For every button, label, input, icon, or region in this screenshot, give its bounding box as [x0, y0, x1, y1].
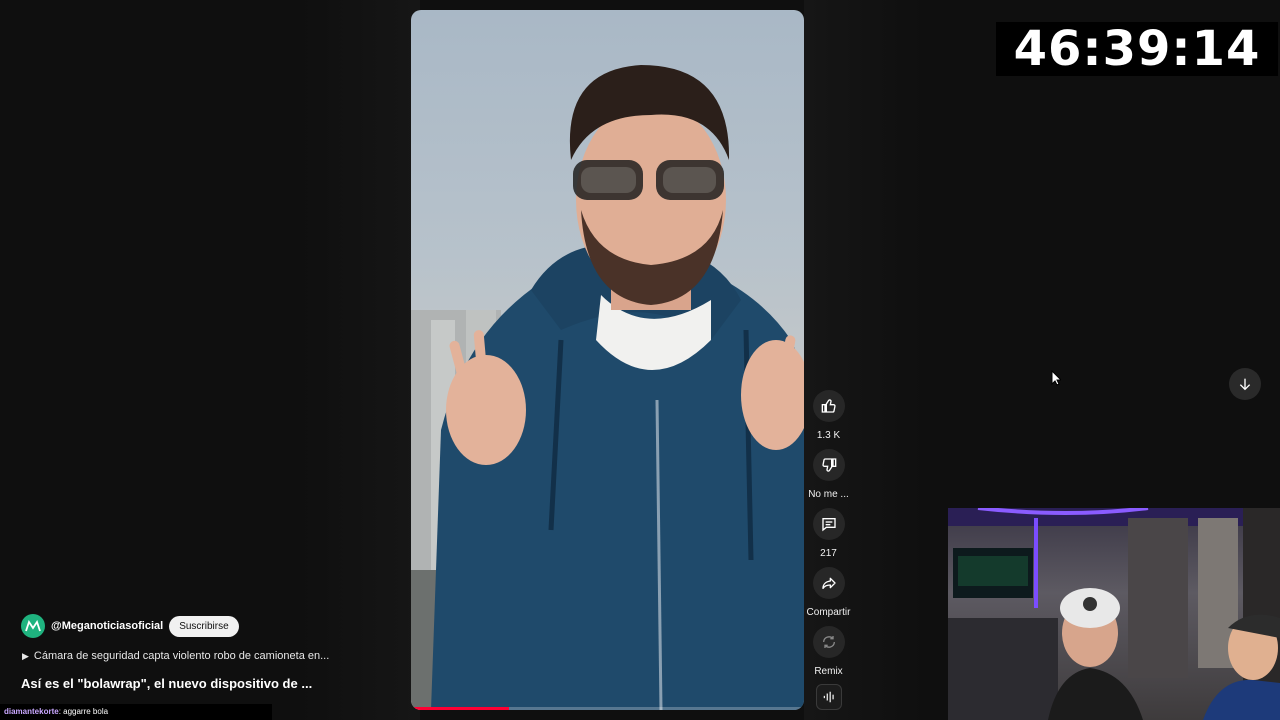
- subscribe-button[interactable]: Suscribirse: [169, 615, 239, 637]
- like-action[interactable]: 1.3 K: [806, 390, 851, 441]
- channel-handle[interactable]: @Meganoticiasoficial: [51, 620, 163, 632]
- next-video-button[interactable]: [1229, 368, 1261, 400]
- share-action[interactable]: Compartir: [806, 567, 851, 618]
- meganoticias-logo-icon: [25, 620, 41, 632]
- comment-icon: [821, 518, 836, 532]
- dislike-button[interactable]: [812, 449, 845, 481]
- channel-avatar[interactable]: [21, 614, 45, 638]
- like-count: 1.3 K: [816, 430, 841, 441]
- comments-count: 217: [820, 548, 837, 559]
- remix-action[interactable]: Remix: [806, 626, 851, 677]
- chat-username: diamantekorte: [4, 707, 59, 716]
- thumbs-down-icon: [821, 458, 836, 472]
- share-label: Compartir: [806, 607, 851, 618]
- share-button[interactable]: [812, 567, 845, 599]
- remix-button[interactable]: [812, 626, 845, 658]
- sound-action[interactable]: [806, 684, 851, 710]
- video-progress-fill: [411, 707, 510, 710]
- sound-button[interactable]: [815, 684, 842, 710]
- thumbs-up-icon: [821, 399, 836, 413]
- shorts-video-player[interactable]: [411, 10, 804, 710]
- play-triangle-icon: ▶: [22, 651, 29, 661]
- mouse-cursor-icon: [1051, 369, 1063, 391]
- remix-icon: [822, 636, 835, 648]
- video-title[interactable]: Así es el "bolawrap", el nuevo dispositi…: [21, 676, 312, 691]
- comments-button[interactable]: [812, 508, 845, 540]
- remix-label: Remix: [814, 666, 843, 677]
- like-button[interactable]: [812, 390, 845, 422]
- stream-timer: 46:39:14: [996, 22, 1278, 76]
- webcam-feed-illustration: [948, 508, 1280, 720]
- dislike-action[interactable]: No me ...: [806, 449, 851, 500]
- comments-action[interactable]: 217: [806, 508, 851, 559]
- related-video-link[interactable]: ▶ Cámara de seguridad capta violento robo…: [22, 650, 329, 662]
- video-progress-bar[interactable]: [411, 707, 804, 710]
- left-glow: [300, 0, 420, 720]
- arrow-down-icon: [1239, 378, 1251, 391]
- audio-waveform-icon: [823, 691, 834, 703]
- channel-info: @Meganoticiasoficial Suscribirse: [21, 614, 239, 638]
- video-frame-illustration: [411, 65, 804, 710]
- related-video-text: Cámara de seguridad capta violento robo …: [33, 650, 330, 662]
- chat-overlay: diamantekorte: aggarre bola: [0, 704, 272, 720]
- streamer-webcam: [948, 508, 1280, 720]
- share-arrow-icon: [821, 577, 836, 589]
- dislike-label: No me ...: [808, 489, 849, 500]
- chat-message: : aggarre bola: [58, 707, 109, 716]
